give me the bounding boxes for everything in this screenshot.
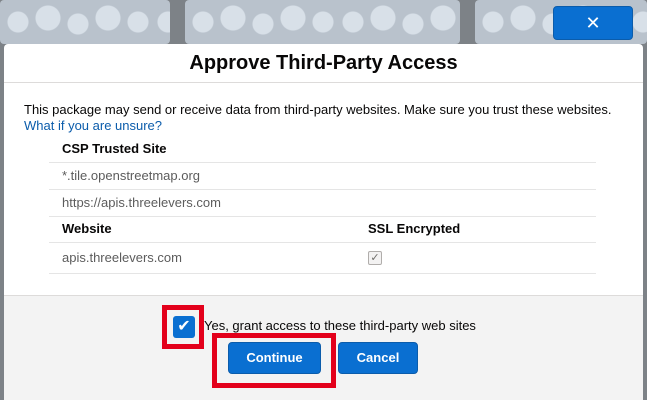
grant-access-row: ✔ Yes, grant access to these third-party… bbox=[4, 305, 643, 349]
ssl-column-header: SSL Encrypted bbox=[368, 221, 461, 236]
background-card bbox=[0, 0, 170, 44]
csp-site: *.tile.openstreetmap.org bbox=[62, 168, 201, 183]
website-column-header: Website bbox=[62, 221, 112, 236]
website-table-header: Website SSL Encrypted bbox=[49, 216, 596, 243]
grant-access-label: Yes, grant access to these third-party w… bbox=[204, 318, 476, 333]
modal-footer: ✔ Yes, grant access to these third-party… bbox=[4, 295, 643, 400]
csp-row: https://apis.threelevers.com bbox=[49, 190, 596, 217]
website-table: Website SSL Encrypted apis.threelevers.c… bbox=[49, 216, 596, 274]
modal-title: Approve Third-Party Access bbox=[189, 51, 458, 74]
csp-trusted-sites-table: CSP Trusted Site *.tile.openstreetmap.or… bbox=[49, 136, 596, 217]
approve-access-modal: Approve Third-Party Access This package … bbox=[4, 44, 643, 400]
background-card bbox=[185, 0, 460, 44]
website-name: apis.threelevers.com bbox=[62, 250, 182, 265]
grant-access-checkbox[interactable]: ✔ bbox=[173, 316, 195, 338]
website-row: apis.threelevers.com ✓ bbox=[49, 243, 596, 274]
csp-header: CSP Trusted Site bbox=[49, 136, 596, 163]
csp-site: https://apis.threelevers.com bbox=[62, 195, 221, 210]
cancel-button[interactable]: Cancel bbox=[338, 342, 418, 374]
help-link[interactable]: What if you are unsure? bbox=[24, 118, 623, 134]
close-icon: ✕ bbox=[585, 13, 601, 33]
intro-text: This package may send or receive data fr… bbox=[24, 102, 612, 117]
modal-body: This package may send or receive data fr… bbox=[4, 83, 643, 297]
modal-header: Approve Third-Party Access bbox=[4, 44, 643, 83]
checkmark-icon: ✔ bbox=[177, 318, 191, 335]
close-button[interactable]: ✕ bbox=[553, 6, 633, 40]
ssl-encrypted-checkbox: ✓ bbox=[368, 251, 382, 265]
continue-button[interactable]: Continue bbox=[228, 342, 321, 374]
csp-row: *.tile.openstreetmap.org bbox=[49, 163, 596, 190]
